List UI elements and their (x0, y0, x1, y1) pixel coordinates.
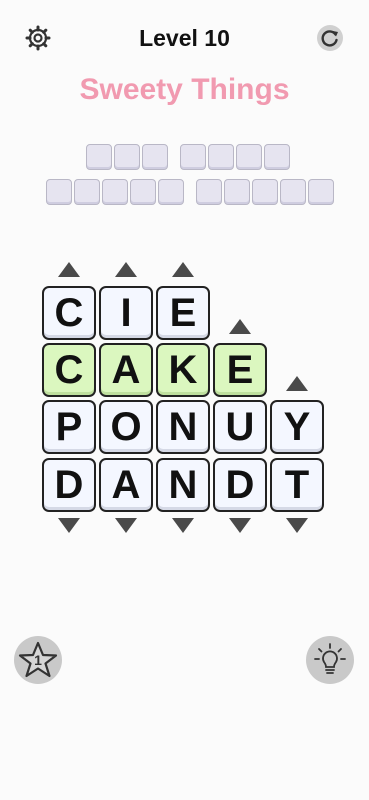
category-title: Sweety Things (79, 73, 290, 106)
answer-slot (224, 179, 250, 205)
letter-tile[interactable]: C (42, 343, 96, 397)
letter-tile[interactable]: N (156, 400, 210, 454)
column-down-arrow[interactable] (58, 518, 80, 533)
letter-tile[interactable]: O (99, 400, 153, 454)
answer-slot (142, 144, 168, 170)
level-title: Level 10 (139, 25, 230, 51)
letter-tile[interactable]: P (42, 400, 96, 454)
letter-tile[interactable]: D (213, 458, 267, 512)
letter-tile[interactable]: E (213, 343, 267, 397)
answer-slots-row-2 (46, 179, 336, 205)
letter-tile[interactable]: A (99, 458, 153, 512)
top-bar: Level 10 (0, 0, 369, 76)
column-up-arrow[interactable] (229, 319, 251, 334)
column-down-arrow[interactable] (172, 518, 194, 533)
restart-icon[interactable] (315, 23, 345, 53)
answer-slot (46, 179, 72, 205)
answer-slot (264, 144, 290, 170)
letter-tile[interactable]: Y (270, 400, 324, 454)
star-count: 1 (34, 652, 42, 668)
answer-slot (252, 179, 278, 205)
answer-slot (280, 179, 306, 205)
letter-tile[interactable]: K (156, 343, 210, 397)
lightbulb-icon (314, 643, 346, 674)
star-button[interactable]: 1 (14, 636, 62, 684)
letter-tile[interactable]: I (99, 286, 153, 340)
answer-slot (158, 179, 184, 205)
column-up-arrow[interactable] (286, 376, 308, 391)
column-up-arrow[interactable] (115, 262, 137, 277)
column-down-arrow[interactable] (286, 518, 308, 533)
answer-slot (236, 144, 262, 170)
column-down-arrow[interactable] (115, 518, 137, 533)
answer-slot (114, 144, 140, 170)
answer-slot (102, 179, 128, 205)
letter-tile[interactable]: C (42, 286, 96, 340)
answer-slot (180, 144, 206, 170)
answer-slot (196, 179, 222, 205)
column-up-arrow[interactable] (172, 262, 194, 277)
letter-tile[interactable]: N (156, 458, 210, 512)
answer-slots-row-1 (86, 144, 292, 170)
answer-slot (86, 144, 112, 170)
column-up-arrow[interactable] (58, 262, 80, 277)
letter-tile[interactable]: A (99, 343, 153, 397)
answer-slot (308, 179, 334, 205)
letter-tile[interactable]: U (213, 400, 267, 454)
letter-tile[interactable]: T (270, 458, 324, 512)
letter-tile[interactable]: E (156, 286, 210, 340)
column-down-arrow[interactable] (229, 518, 251, 533)
hint-button[interactable] (306, 636, 354, 684)
answer-slot (130, 179, 156, 205)
answer-slot (208, 144, 234, 170)
letter-tile[interactable]: D (42, 458, 96, 512)
answer-slot (74, 179, 100, 205)
